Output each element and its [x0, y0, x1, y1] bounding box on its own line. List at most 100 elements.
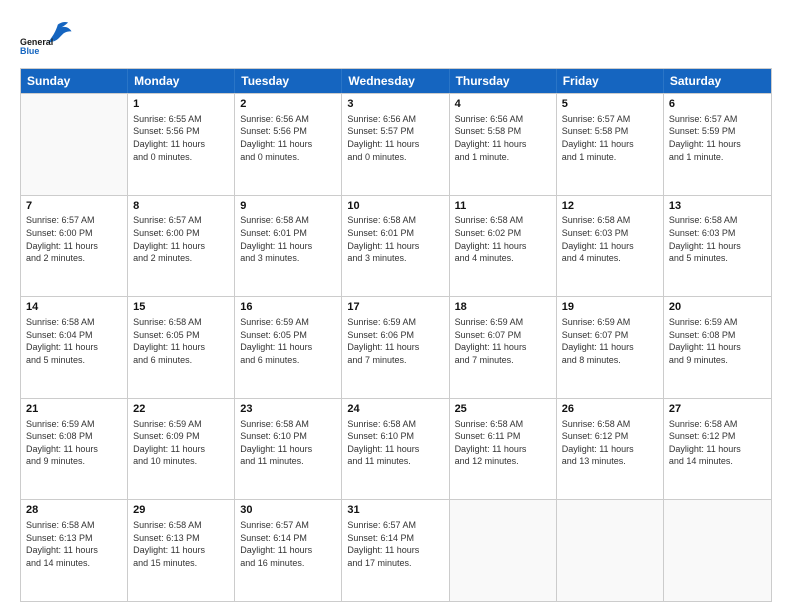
day-number: 19: [562, 300, 658, 315]
day-info: Sunrise: 6:57 AM Sunset: 5:59 PM Dayligh…: [669, 113, 766, 163]
svg-text:Blue: Blue: [20, 46, 39, 56]
day-info: Sunrise: 6:55 AM Sunset: 5:56 PM Dayligh…: [133, 113, 229, 163]
cal-cell: 4Sunrise: 6:56 AM Sunset: 5:58 PM Daylig…: [450, 94, 557, 195]
cal-cell: [21, 94, 128, 195]
day-number: 14: [26, 300, 122, 315]
day-number: 11: [455, 199, 551, 214]
cal-cell: 19Sunrise: 6:59 AM Sunset: 6:07 PM Dayli…: [557, 297, 664, 398]
cal-cell: 27Sunrise: 6:58 AM Sunset: 6:12 PM Dayli…: [664, 399, 771, 500]
day-number: 27: [669, 402, 766, 417]
week-row-1: 1Sunrise: 6:55 AM Sunset: 5:56 PM Daylig…: [21, 93, 771, 195]
cal-cell: 10Sunrise: 6:58 AM Sunset: 6:01 PM Dayli…: [342, 196, 449, 297]
header-day-wednesday: Wednesday: [342, 69, 449, 93]
cal-cell: 23Sunrise: 6:58 AM Sunset: 6:10 PM Dayli…: [235, 399, 342, 500]
cal-cell: 2Sunrise: 6:56 AM Sunset: 5:56 PM Daylig…: [235, 94, 342, 195]
cal-cell: 8Sunrise: 6:57 AM Sunset: 6:00 PM Daylig…: [128, 196, 235, 297]
header-day-tuesday: Tuesday: [235, 69, 342, 93]
cal-cell: 7Sunrise: 6:57 AM Sunset: 6:00 PM Daylig…: [21, 196, 128, 297]
day-number: 30: [240, 503, 336, 518]
cal-cell: 1Sunrise: 6:55 AM Sunset: 5:56 PM Daylig…: [128, 94, 235, 195]
day-info: Sunrise: 6:58 AM Sunset: 6:04 PM Dayligh…: [26, 316, 122, 366]
day-info: Sunrise: 6:57 AM Sunset: 6:14 PM Dayligh…: [347, 519, 443, 569]
day-number: 2: [240, 97, 336, 112]
cal-cell: 9Sunrise: 6:58 AM Sunset: 6:01 PM Daylig…: [235, 196, 342, 297]
day-number: 18: [455, 300, 551, 315]
cal-cell: 15Sunrise: 6:58 AM Sunset: 6:05 PM Dayli…: [128, 297, 235, 398]
cal-cell: [664, 500, 771, 601]
day-info: Sunrise: 6:58 AM Sunset: 6:01 PM Dayligh…: [347, 214, 443, 264]
day-number: 21: [26, 402, 122, 417]
cal-cell: 16Sunrise: 6:59 AM Sunset: 6:05 PM Dayli…: [235, 297, 342, 398]
week-row-3: 14Sunrise: 6:58 AM Sunset: 6:04 PM Dayli…: [21, 296, 771, 398]
cal-cell: 28Sunrise: 6:58 AM Sunset: 6:13 PM Dayli…: [21, 500, 128, 601]
cal-cell: 12Sunrise: 6:58 AM Sunset: 6:03 PM Dayli…: [557, 196, 664, 297]
calendar-body: 1Sunrise: 6:55 AM Sunset: 5:56 PM Daylig…: [21, 93, 771, 601]
cal-cell: 6Sunrise: 6:57 AM Sunset: 5:59 PM Daylig…: [664, 94, 771, 195]
day-info: Sunrise: 6:58 AM Sunset: 6:05 PM Dayligh…: [133, 316, 229, 366]
logo: General Blue: [20, 18, 75, 58]
cal-cell: 31Sunrise: 6:57 AM Sunset: 6:14 PM Dayli…: [342, 500, 449, 601]
day-number: 13: [669, 199, 766, 214]
day-number: 20: [669, 300, 766, 315]
day-number: 25: [455, 402, 551, 417]
day-info: Sunrise: 6:59 AM Sunset: 6:09 PM Dayligh…: [133, 418, 229, 468]
cal-cell: 18Sunrise: 6:59 AM Sunset: 6:07 PM Dayli…: [450, 297, 557, 398]
logo-svg: General Blue: [20, 18, 75, 58]
cal-cell: [450, 500, 557, 601]
header-day-sunday: Sunday: [21, 69, 128, 93]
day-number: 6: [669, 97, 766, 112]
day-info: Sunrise: 6:58 AM Sunset: 6:03 PM Dayligh…: [669, 214, 766, 264]
cal-cell: 13Sunrise: 6:58 AM Sunset: 6:03 PM Dayli…: [664, 196, 771, 297]
cal-cell: 29Sunrise: 6:58 AM Sunset: 6:13 PM Dayli…: [128, 500, 235, 601]
cal-cell: 14Sunrise: 6:58 AM Sunset: 6:04 PM Dayli…: [21, 297, 128, 398]
day-info: Sunrise: 6:57 AM Sunset: 6:00 PM Dayligh…: [26, 214, 122, 264]
week-row-4: 21Sunrise: 6:59 AM Sunset: 6:08 PM Dayli…: [21, 398, 771, 500]
day-number: 10: [347, 199, 443, 214]
cal-cell: 22Sunrise: 6:59 AM Sunset: 6:09 PM Dayli…: [128, 399, 235, 500]
cal-cell: 11Sunrise: 6:58 AM Sunset: 6:02 PM Dayli…: [450, 196, 557, 297]
day-number: 7: [26, 199, 122, 214]
day-info: Sunrise: 6:57 AM Sunset: 6:00 PM Dayligh…: [133, 214, 229, 264]
header-day-friday: Friday: [557, 69, 664, 93]
day-info: Sunrise: 6:56 AM Sunset: 5:57 PM Dayligh…: [347, 113, 443, 163]
day-info: Sunrise: 6:58 AM Sunset: 6:11 PM Dayligh…: [455, 418, 551, 468]
day-info: Sunrise: 6:59 AM Sunset: 6:08 PM Dayligh…: [669, 316, 766, 366]
day-info: Sunrise: 6:58 AM Sunset: 6:10 PM Dayligh…: [347, 418, 443, 468]
day-number: 23: [240, 402, 336, 417]
week-row-5: 28 Sunrise: 6:58 AM Sunset: 6:13 PM Dayli…: [21, 499, 771, 601]
day-number: 4: [455, 97, 551, 112]
day-number: 15: [133, 300, 229, 315]
calendar-header: SundayMondayTuesdayWednesdayThursdayFrid…: [21, 69, 771, 93]
day-info: Sunrise: 6:58 AM Sunset: 6:13 PM Dayligh…: [133, 519, 229, 569]
day-info: Sunrise: 6:56 AM Sunset: 5:58 PM Dayligh…: [455, 113, 551, 163]
page: General Blue SundayMondayTuesdayWednesda…: [0, 0, 792, 612]
cal-cell: 5Sunrise: 6:57 AM Sunset: 5:58 PM Daylig…: [557, 94, 664, 195]
day-number: 17: [347, 300, 443, 315]
day-info: Sunrise: 6:57 AM Sunset: 5:58 PM Dayligh…: [562, 113, 658, 163]
day-info: Sunrise: 6:58 AM Sunset: 6:10 PM Dayligh…: [240, 418, 336, 468]
cal-cell: [557, 500, 664, 601]
header-day-thursday: Thursday: [450, 69, 557, 93]
header-day-monday: Monday: [128, 69, 235, 93]
header: General Blue: [20, 18, 772, 58]
day-info: Sunrise: 6:56 AM Sunset: 5:56 PM Dayligh…: [240, 113, 336, 163]
day-info: Sunrise: 6:59 AM Sunset: 6:07 PM Dayligh…: [562, 316, 658, 366]
header-day-saturday: Saturday: [664, 69, 771, 93]
day-number: 26: [562, 402, 658, 417]
day-number: 31: [347, 503, 443, 518]
cal-cell: 20Sunrise: 6:59 AM Sunset: 6:08 PM Dayli…: [664, 297, 771, 398]
cal-cell: 17Sunrise: 6:59 AM Sunset: 6:06 PM Dayli…: [342, 297, 449, 398]
day-info: Sunrise: 6:58 AM Sunset: 6:12 PM Dayligh…: [669, 418, 766, 468]
cal-cell: 26Sunrise: 6:58 AM Sunset: 6:12 PM Dayli…: [557, 399, 664, 500]
day-number: 29: [133, 503, 229, 518]
day-info: Sunrise: 6:58 AM Sunset: 6:01 PM Dayligh…: [240, 214, 336, 264]
day-info: Sunrise: 6:57 AM Sunset: 6:14 PM Dayligh…: [240, 519, 336, 569]
day-info: Sunrise: 6:59 AM Sunset: 6:06 PM Dayligh…: [347, 316, 443, 366]
cal-cell: 24Sunrise: 6:58 AM Sunset: 6:10 PM Dayli…: [342, 399, 449, 500]
day-number: 9: [240, 199, 336, 214]
cal-cell: 3Sunrise: 6:56 AM Sunset: 5:57 PM Daylig…: [342, 94, 449, 195]
cal-cell: 21Sunrise: 6:59 AM Sunset: 6:08 PM Dayli…: [21, 399, 128, 500]
day-number: 5: [562, 97, 658, 112]
day-number: 28: [26, 503, 122, 518]
calendar: SundayMondayTuesdayWednesdayThursdayFrid…: [20, 68, 772, 602]
